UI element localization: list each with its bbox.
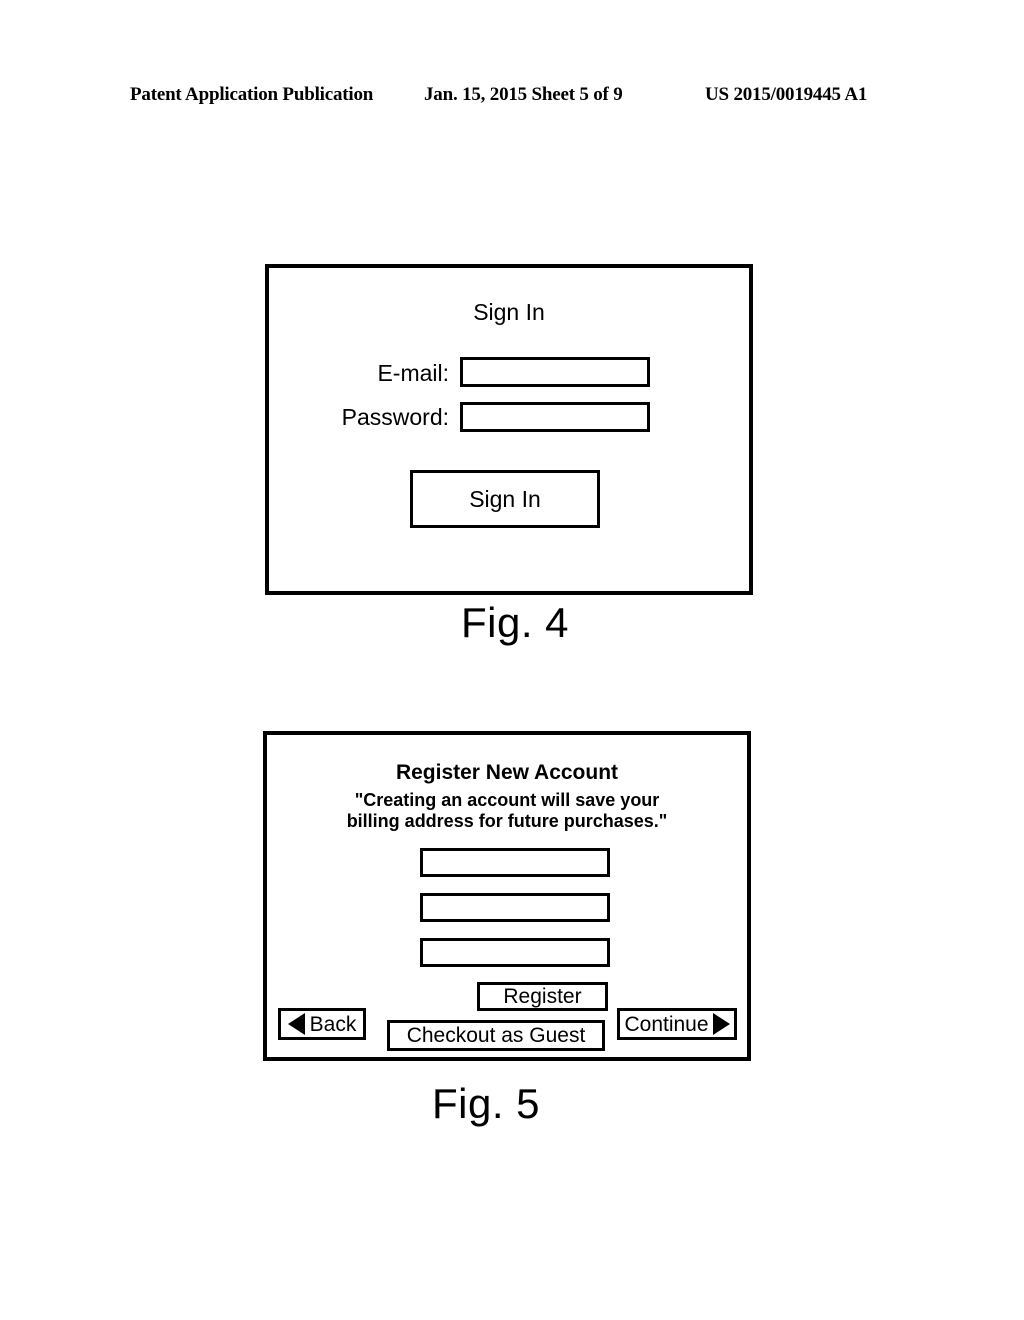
- header-publication-label: Patent Application Publication: [130, 84, 374, 105]
- figure-4-caption: Fig. 4: [461, 599, 570, 646]
- register-input-2[interactable]: [420, 893, 610, 922]
- register-button[interactable]: Register: [477, 982, 608, 1011]
- register-screen-title: Register New Account: [395, 761, 619, 784]
- sign-in-screen-title: Sign In: [473, 299, 545, 325]
- continue-button-label: Continue: [624, 1012, 709, 1036]
- password-input[interactable]: [460, 402, 650, 432]
- figure-5-caption: Fig. 5: [432, 1080, 541, 1127]
- header-date-sheet-label: Jan. 15, 2015 Sheet 5 of 9: [424, 84, 623, 105]
- email-field-label: E-mail:: [377, 360, 449, 386]
- back-button-label: Back: [309, 1012, 357, 1036]
- register-screen-subtitle-line-1: "Creating an account will save your: [354, 790, 660, 810]
- checkout-as-guest-button[interactable]: Checkout as Guest: [387, 1020, 605, 1051]
- register-screen-subtitle-line-2: billing address for future purchases.": [346, 811, 668, 831]
- patent-page-header: Patent Application Publication Jan. 15, …: [0, 84, 1024, 116]
- register-input-3[interactable]: [420, 938, 610, 967]
- triangle-right-icon: [712, 1013, 730, 1035]
- register-input-1[interactable]: [420, 848, 610, 877]
- back-button[interactable]: Back: [278, 1008, 366, 1040]
- continue-button[interactable]: Continue: [617, 1008, 737, 1040]
- password-field-label: Password:: [341, 404, 449, 430]
- email-input[interactable]: [460, 357, 650, 387]
- triangle-left-icon: [287, 1013, 305, 1035]
- sign-in-button[interactable]: Sign In: [410, 470, 600, 528]
- header-document-number: US 2015/0019445 A1: [705, 84, 868, 105]
